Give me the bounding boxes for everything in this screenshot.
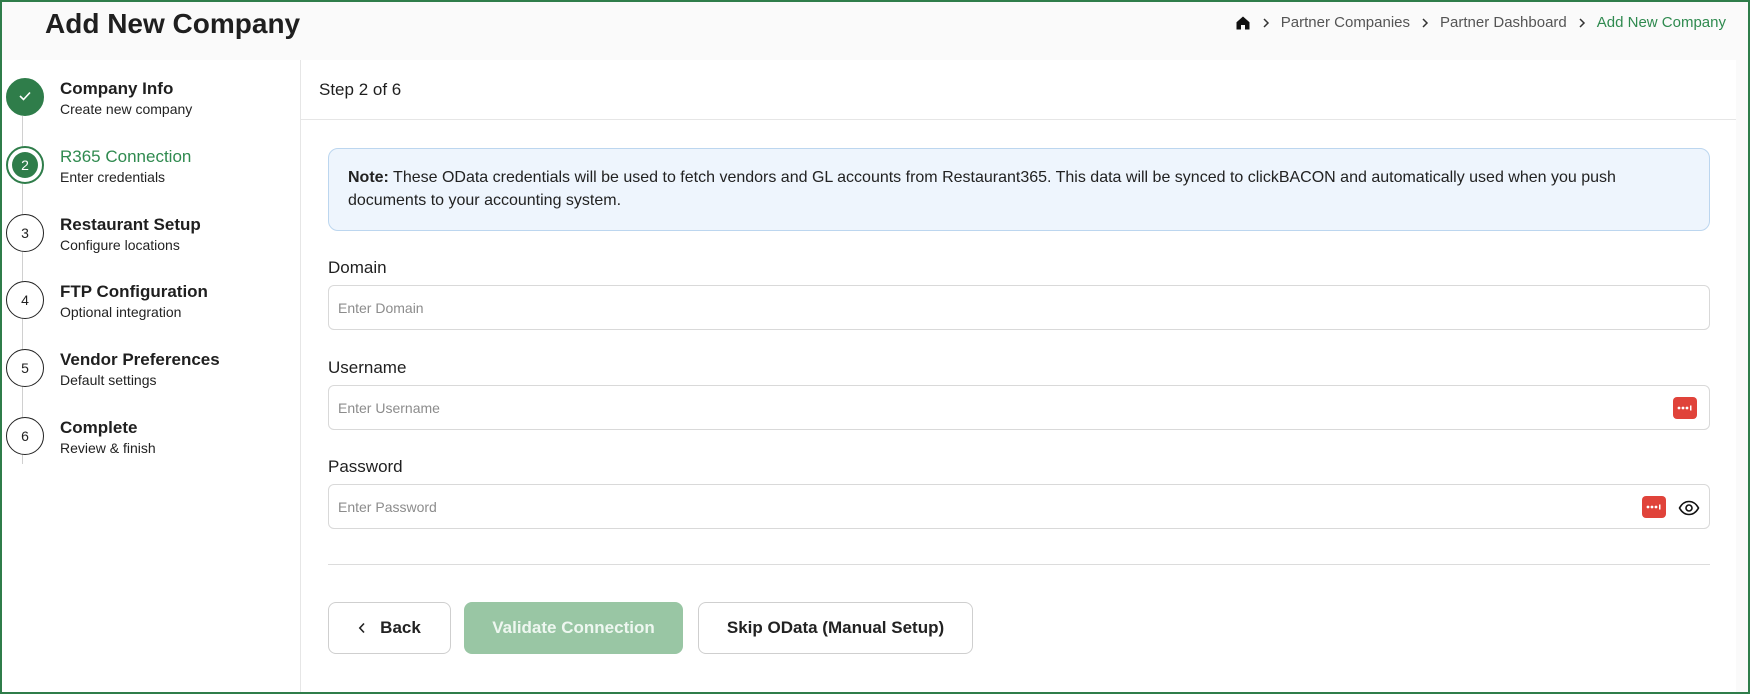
check-icon — [18, 89, 32, 105]
step-ftp-configuration[interactable]: 4 FTP Configuration Optional integration — [4, 263, 294, 320]
step-3-indicator: 3 — [6, 214, 44, 252]
username-input[interactable] — [338, 386, 1538, 429]
step-1-indicator — [6, 78, 44, 116]
step-title: FTP Configuration — [60, 282, 208, 301]
step-number: 2 — [12, 152, 38, 178]
step-subtitle: Default settings — [60, 372, 157, 388]
step-6-indicator: 6 — [6, 417, 44, 455]
header-divider — [301, 119, 1736, 120]
step-company-info[interactable]: Company Info Create new company — [4, 60, 294, 117]
username-field — [328, 385, 1710, 430]
chevron-right-icon — [1577, 17, 1587, 29]
validate-connection-button[interactable]: Validate Connection — [464, 602, 683, 654]
step-subtitle: Optional integration — [60, 304, 182, 320]
chevron-right-icon — [1420, 17, 1430, 29]
step-title: Vendor Preferences — [60, 350, 220, 369]
breadcrumb-partner-dashboard[interactable]: Partner Dashboard — [1440, 14, 1567, 31]
step-5-indicator: 5 — [6, 349, 44, 387]
breadcrumb-add-new-company: Add New Company — [1596, 14, 1726, 31]
password-field — [328, 484, 1710, 529]
password-input[interactable] — [338, 485, 1538, 528]
home-icon[interactable] — [1235, 15, 1251, 31]
step-2-indicator: 2 — [6, 146, 44, 184]
back-button-label: Back — [380, 618, 421, 637]
note-text: These OData credentials will be used to … — [348, 169, 1616, 209]
step-title: Complete — [60, 418, 138, 437]
username-label: Username — [328, 358, 407, 377]
step-r365-connection[interactable]: 2 R365 Connection Enter credentials — [4, 128, 294, 185]
password-manager-icon[interactable] — [1642, 496, 1666, 518]
step-subtitle: Create new company — [60, 101, 193, 117]
header-bar: Add New Company Partner Companies Partne… — [2, 2, 1748, 60]
step-vendor-preferences[interactable]: 5 Vendor Preferences Default settings — [4, 331, 294, 388]
stepper-sidebar: Company Info Create new company 2 R365 C… — [2, 60, 301, 692]
breadcrumb-partner-companies[interactable]: Partner Companies — [1281, 14, 1410, 31]
domain-label: Domain — [328, 258, 387, 277]
password-label: Password — [328, 457, 403, 476]
step-4-indicator: 4 — [6, 281, 44, 319]
step-subtitle: Enter credentials — [60, 169, 166, 185]
chevron-left-icon — [358, 622, 366, 634]
step-complete[interactable]: 6 Complete Review & finish — [4, 399, 294, 456]
step-restaurant-setup[interactable]: 3 Restaurant Setup Configure locations — [4, 196, 294, 253]
domain-input[interactable] — [338, 286, 1538, 329]
eye-icon[interactable] — [1677, 497, 1701, 519]
step-subtitle: Configure locations — [60, 237, 180, 253]
back-button[interactable]: Back — [328, 602, 451, 654]
breadcrumb: Partner Companies Partner Dashboard Add … — [1235, 14, 1726, 31]
page-title: Add New Company — [45, 8, 301, 39]
note-label: Note: — [348, 169, 389, 186]
form-divider — [328, 564, 1710, 565]
chevron-right-icon — [1261, 17, 1271, 29]
step-title: Company Info — [60, 79, 174, 98]
main-content: Step 2 of 6 Note: These OData credential… — [301, 60, 1736, 692]
skip-odata-button[interactable]: Skip OData (Manual Setup) — [698, 602, 973, 654]
step-title: R365 Connection — [60, 147, 192, 166]
step-title: Restaurant Setup — [60, 215, 201, 234]
domain-field — [328, 285, 1710, 330]
step-subtitle: Review & finish — [60, 440, 156, 456]
info-note: Note: These OData credentials will be us… — [328, 148, 1710, 231]
step-indicator: Step 2 of 6 — [319, 80, 402, 99]
password-manager-icon[interactable] — [1673, 397, 1697, 419]
